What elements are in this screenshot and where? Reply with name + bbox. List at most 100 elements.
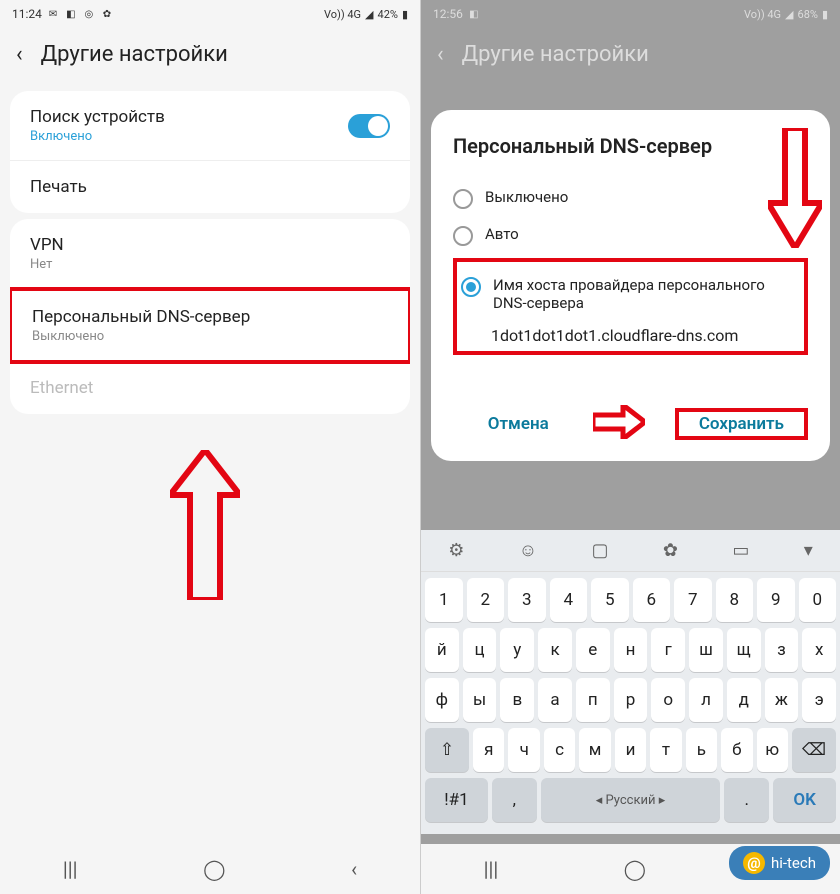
key[interactable]: 9 <box>757 578 795 622</box>
kb-emoji-icon[interactable]: ☺ <box>519 540 537 561</box>
right-screenshot: 12:56 ◧ Vo)) 4G ◢ 68% ▮ ‹ Другие настрой… <box>420 0 840 894</box>
key[interactable]: р <box>614 678 648 722</box>
key[interactable]: г <box>651 628 685 672</box>
annotation-arrow-down-icon <box>768 128 822 252</box>
shift-key[interactable]: ⇧ <box>425 728 469 772</box>
key[interactable]: в <box>500 678 534 722</box>
app-icon: ◧ <box>467 7 481 21</box>
back-icon[interactable]: ‹ <box>16 42 23 67</box>
key[interactable]: к <box>538 628 572 672</box>
keyboard: ⚙ ☺ ▢ ✿ ▭ ▾ 1234567890 йцукенгшщзх фывап… <box>421 530 840 834</box>
dns-hostname-input[interactable]: 1dot1dot1dot1.cloudflare-dns.com <box>461 320 800 345</box>
key[interactable]: у <box>500 628 534 672</box>
key[interactable]: п <box>576 678 610 722</box>
symbols-key[interactable]: !#1 <box>425 778 488 822</box>
key[interactable]: ш <box>689 628 723 672</box>
key[interactable]: я <box>473 728 504 772</box>
key[interactable]: 2 <box>467 578 505 622</box>
key[interactable]: ю <box>757 728 788 772</box>
space-key[interactable]: ◂ Русский ▸ <box>541 778 721 822</box>
radio-selected-icon[interactable] <box>461 277 481 297</box>
key[interactable]: ч <box>508 728 539 772</box>
signal-icon: ◢ <box>785 8 793 21</box>
key[interactable]: о <box>651 678 685 722</box>
radio-icon[interactable] <box>453 189 473 209</box>
key[interactable]: 8 <box>716 578 754 622</box>
key[interactable]: 4 <box>550 578 588 622</box>
key[interactable]: 6 <box>633 578 671 622</box>
radio-auto[interactable]: Авто <box>453 217 808 254</box>
recents-icon[interactable]: ||| <box>63 857 78 881</box>
row-device-discovery[interactable]: Поиск устройств Включено <box>10 91 410 161</box>
key[interactable]: 5 <box>591 578 629 622</box>
kb-settings-icon[interactable]: ⚙ <box>448 540 464 561</box>
backspace-key[interactable]: ⌫ <box>792 728 836 772</box>
key[interactable]: 1 <box>425 578 463 622</box>
key[interactable]: 7 <box>674 578 712 622</box>
key[interactable]: э <box>802 678 836 722</box>
key[interactable]: ь <box>686 728 717 772</box>
toggle-on[interactable] <box>348 114 390 138</box>
app-icon: ◎ <box>82 7 96 21</box>
kb-expand-icon[interactable]: ▭ <box>732 540 749 561</box>
key[interactable]: д <box>727 678 761 722</box>
settings-card-1: Поиск устройств Включено Печать <box>10 91 410 213</box>
radio-icon[interactable] <box>453 226 473 246</box>
battery-icon: ▮ <box>402 8 408 21</box>
key[interactable]: с <box>544 728 575 772</box>
key[interactable]: щ <box>727 628 761 672</box>
back-icon[interactable]: ‹ <box>437 42 444 67</box>
key[interactable]: х <box>802 628 836 672</box>
watermark-text: hi-tech <box>771 854 816 872</box>
key[interactable]: 3 <box>508 578 546 622</box>
key[interactable]: ж <box>765 678 799 722</box>
home-icon[interactable]: ◯ <box>203 857 225 881</box>
kb-gear-icon[interactable]: ✿ <box>663 540 678 561</box>
mail-icon: ✉ <box>46 7 60 21</box>
key[interactable]: м <box>579 728 610 772</box>
period-key[interactable]: . <box>724 778 769 822</box>
at-icon: @ <box>743 852 765 874</box>
row-label: Ethernet <box>30 378 93 398</box>
key[interactable]: и <box>615 728 646 772</box>
key[interactable]: е <box>576 628 610 672</box>
key[interactable]: ы <box>463 678 497 722</box>
row-personal-dns[interactable]: Персональный DNS-сервер Выключено <box>10 287 410 364</box>
row-print[interactable]: Печать <box>10 161 410 213</box>
radio-label: Выключено <box>485 188 568 206</box>
key[interactable]: л <box>689 678 723 722</box>
save-button[interactable]: Сохранить <box>685 406 798 442</box>
ok-key[interactable]: OK <box>773 778 836 822</box>
row-label: Персональный DNS-сервер <box>32 307 250 327</box>
row-label: Печать <box>30 177 87 197</box>
cancel-button[interactable]: Отмена <box>474 406 563 442</box>
row-label: VPN <box>30 235 64 255</box>
recents-icon[interactable]: ||| <box>484 857 499 881</box>
radio-label: Имя хоста провайдера персонального DNS-с… <box>493 276 800 312</box>
page-header: ‹ Другие настройки <box>421 28 840 85</box>
key[interactable]: й <box>425 628 459 672</box>
row-vpn[interactable]: VPN Нет <box>10 219 410 289</box>
key[interactable]: 0 <box>799 578 837 622</box>
home-icon[interactable]: ◯ <box>624 857 646 881</box>
comma-key[interactable]: , <box>492 778 537 822</box>
app-icon: ◧ <box>64 7 78 21</box>
clock: 12:56 <box>433 7 463 21</box>
key[interactable]: ф <box>425 678 459 722</box>
battery-pct: 42% <box>378 8 398 21</box>
status-bar: 11:24 ✉ ◧ ◎ ✿ Vo)) 4G ◢ 42% ▮ <box>0 0 420 28</box>
key[interactable]: ц <box>463 628 497 672</box>
key[interactable]: б <box>721 728 752 772</box>
kb-hide-icon[interactable]: ▾ <box>804 540 813 561</box>
key[interactable]: а <box>538 678 572 722</box>
key[interactable]: з <box>765 628 799 672</box>
clock: 11:24 <box>12 7 42 21</box>
key[interactable]: н <box>614 628 648 672</box>
kb-sticker-icon[interactable]: ▢ <box>591 540 608 561</box>
kb-row-c: ⇧ ячсмитьбю ⌫ <box>425 728 836 772</box>
key[interactable]: т <box>650 728 681 772</box>
radio-off[interactable]: Выключено <box>453 180 808 217</box>
back-nav-icon[interactable]: ‹ <box>351 857 357 881</box>
nav-bar: ||| ◯ ‹ <box>0 844 420 894</box>
radio-hostname[interactable]: Имя хоста провайдера персонального DNS-с… <box>461 268 800 320</box>
